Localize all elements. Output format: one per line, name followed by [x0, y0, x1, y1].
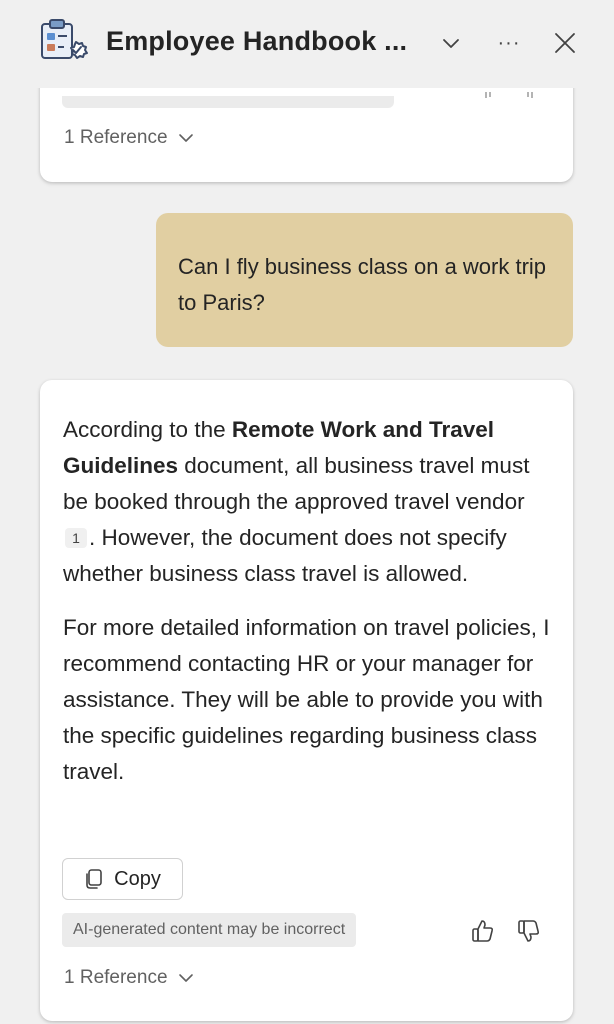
title-dropdown-button[interactable]	[434, 26, 468, 60]
reference-toggle[interactable]: 1 Reference	[64, 967, 194, 989]
more-options-button[interactable]: ···	[492, 26, 526, 60]
thumbs-up-icon	[472, 920, 494, 942]
close-icon	[555, 33, 575, 53]
header-bar: Employee Handbook ... ···	[0, 0, 614, 88]
reference-toggle[interactable]: 1 Reference	[64, 127, 194, 149]
chevron-down-icon	[443, 39, 459, 48]
response-paragraph-2: For more detailed information on travel …	[63, 615, 550, 784]
user-message-bubble: Can I fly business class on a work trip …	[156, 213, 573, 347]
assistant-response-card: According to the Remote Work and Travel …	[40, 380, 573, 1021]
dislike-button[interactable]	[514, 916, 544, 946]
reference-label: 1 Reference	[64, 967, 168, 988]
more-options-icon: ···	[497, 31, 521, 54]
thumbs-down-icon	[518, 920, 540, 942]
user-message-text: Can I fly business class on a work trip …	[178, 254, 547, 315]
ai-disclaimer-text: AI-generated content may be incorrect	[73, 921, 346, 938]
handbook-clipboard-icon	[41, 19, 88, 59]
chevron-down-icon	[178, 134, 193, 142]
response-text-segment: According to the	[63, 417, 232, 442]
response-text: According to the Remote Work and Travel …	[63, 412, 553, 808]
response-paragraph-1: According to the Remote Work and Travel …	[63, 412, 553, 592]
response-text-segment: . However, the document does not specify…	[63, 525, 507, 586]
chevron-down-icon	[178, 974, 193, 982]
clipped-disclaimer-badge	[62, 96, 394, 108]
citation-marker[interactable]: 1	[65, 528, 87, 548]
copy-icon	[86, 869, 102, 889]
like-button[interactable]	[468, 916, 498, 946]
copy-button[interactable]: Copy	[62, 858, 183, 900]
copy-label: Copy	[114, 867, 161, 890]
ai-disclaimer-badge: AI-generated content may be incorrect	[62, 913, 357, 947]
app-title: Employee Handbook ...	[106, 26, 408, 56]
close-button[interactable]	[548, 26, 582, 60]
clipped-feedback-icons	[480, 92, 540, 102]
reference-label: 1 Reference	[64, 127, 168, 148]
